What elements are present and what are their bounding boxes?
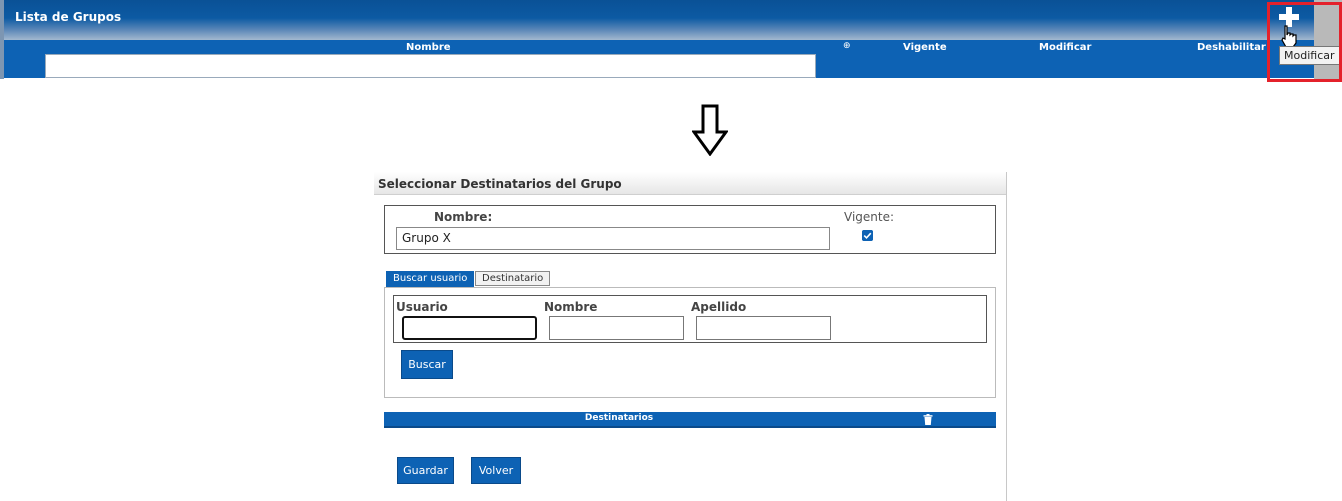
buscar-button[interactable]: Buscar	[401, 350, 453, 379]
sort-icon[interactable]: ⊕	[843, 41, 851, 51]
usuario-label: Usuario	[396, 300, 448, 314]
groups-list-title: Lista de Grupos	[15, 10, 122, 24]
column-header-nombre[interactable]: Nombre	[406, 42, 451, 53]
apellido-input[interactable]	[696, 316, 831, 340]
search-nombre-input[interactable]	[549, 316, 684, 340]
column-header-deshabilitar[interactable]: Deshabilitar	[1197, 42, 1266, 53]
destinatarios-title: Destinatarios	[584, 413, 654, 423]
group-name-input[interactable]: Grupo X	[396, 227, 830, 250]
tab-buscar-usuario[interactable]: Buscar usuario	[386, 271, 475, 286]
guardar-button[interactable]: Guardar	[397, 457, 454, 484]
down-arrow-icon	[692, 104, 728, 156]
highlight-box	[1267, 2, 1342, 82]
vigente-checkbox[interactable]	[862, 230, 873, 241]
usuario-input[interactable]	[402, 316, 537, 340]
nombre-filter-input[interactable]	[45, 54, 816, 78]
form-title: Seleccionar Destinatarios del Grupo	[378, 177, 622, 191]
column-header-modificar[interactable]: Modificar	[1039, 42, 1091, 53]
volver-button[interactable]: Volver	[471, 457, 521, 484]
column-header-vigente[interactable]: Vigente	[903, 42, 947, 53]
tab-destinatario[interactable]: Destinatario	[475, 271, 551, 286]
vigente-label: Vigente:	[844, 210, 895, 224]
groups-title-bar	[4, 0, 1336, 40]
apellido-label: Apellido	[691, 300, 747, 314]
search-nombre-label: Nombre	[544, 300, 598, 314]
groups-list-panel: Lista de Grupos Nombre ⊕ Vigente Modific…	[0, 0, 1342, 82]
nombre-label: Nombre:	[434, 210, 493, 224]
trash-icon[interactable]	[923, 414, 933, 425]
